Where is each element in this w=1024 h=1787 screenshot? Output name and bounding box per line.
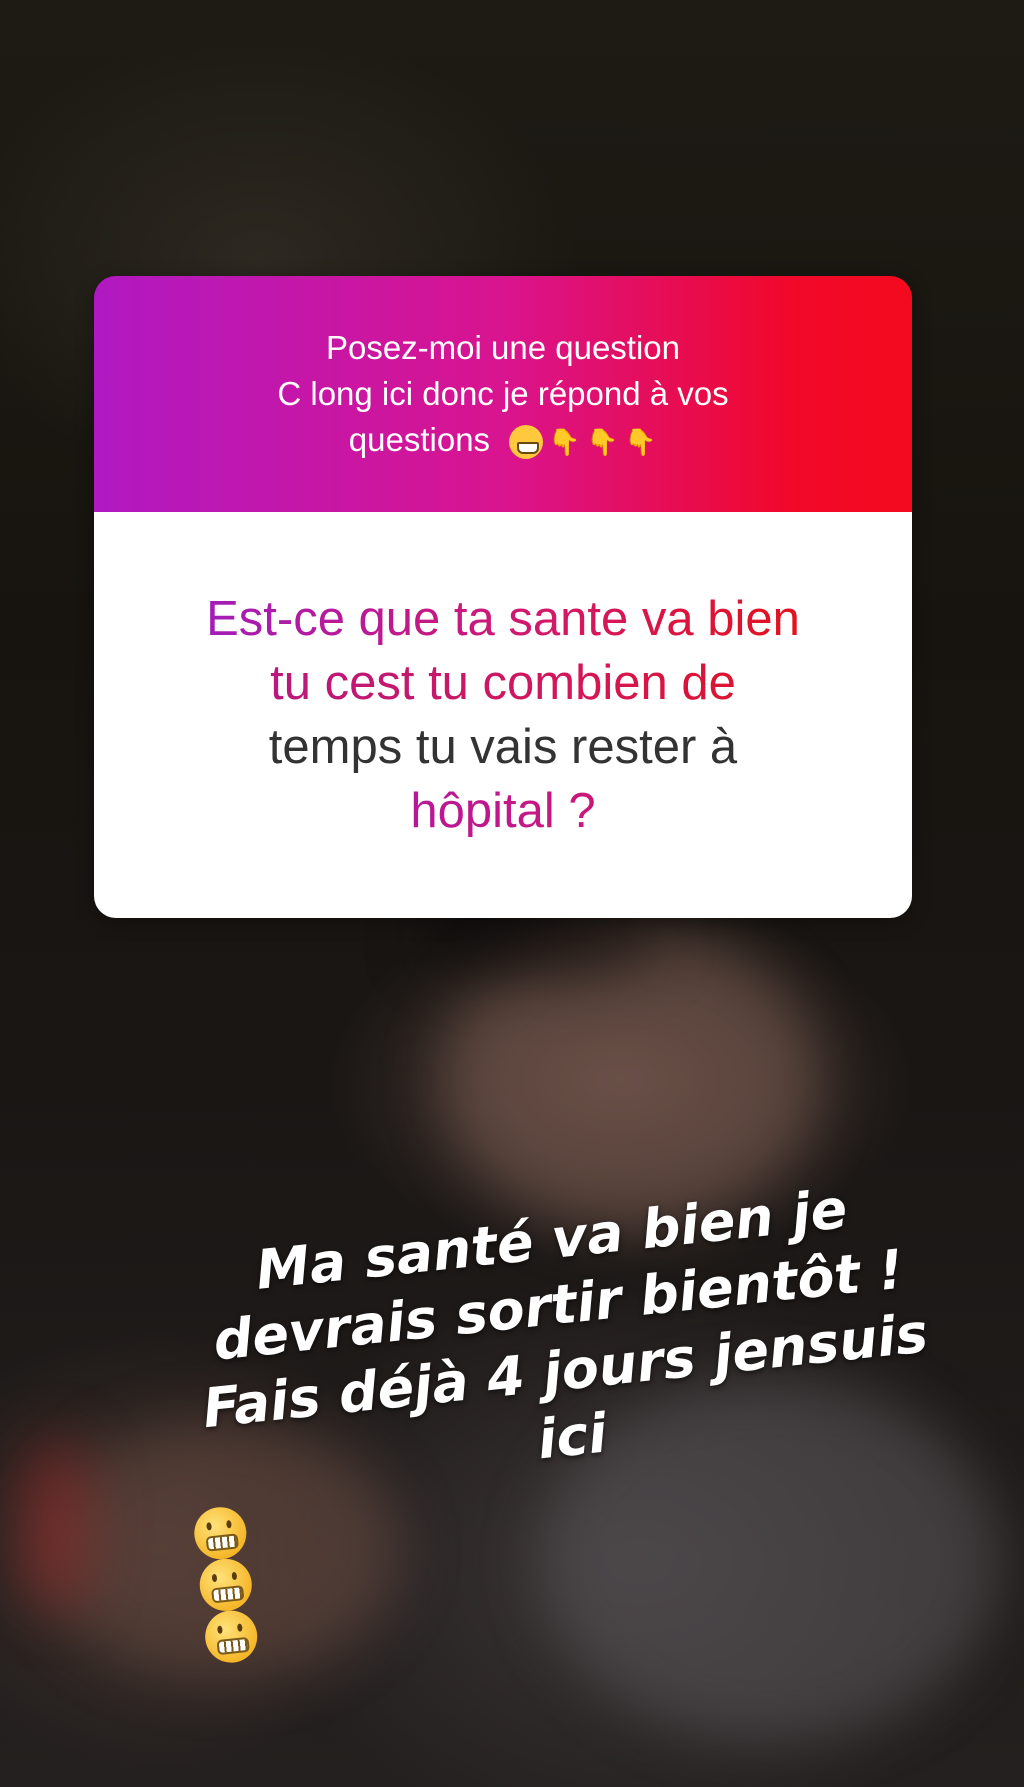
answer-line-4: ici bbox=[534, 1401, 610, 1472]
prompt-emoji-row: 👇 👇 👇 bbox=[509, 425, 657, 460]
submitted-question: Est-ce que ta sante va bien tu cest tu c… bbox=[206, 587, 800, 843]
pointing-down-icon: 👇 bbox=[586, 427, 619, 458]
question-line-1: Est-ce que ta sante va bien bbox=[206, 587, 800, 651]
question-sticker-header: Posez-moi une question C long ici donc j… bbox=[94, 276, 912, 512]
story-view: Posez-moi une question C long ici donc j… bbox=[0, 0, 1024, 1787]
question-prompt-line-1: Posez-moi une question bbox=[325, 329, 681, 366]
grinning-face-icon bbox=[509, 425, 544, 460]
grimacing-face-icon bbox=[197, 1556, 255, 1614]
background-photo-red-band bbox=[20, 1440, 90, 1610]
grimacing-face-icon bbox=[191, 1504, 249, 1562]
question-prompt-line-2: C long ici donc je répond à vos bbox=[277, 375, 729, 412]
question-line-3: temps tu vais rester à bbox=[268, 720, 738, 774]
question-sticker[interactable]: Posez-moi une question C long ici donc j… bbox=[94, 276, 912, 918]
answer-text-overlay: Ma santé va bien je devrais sortir bient… bbox=[150, 1165, 990, 1666]
question-line-4: hôpital ? bbox=[206, 779, 800, 843]
question-sticker-body: Est-ce que ta sante va bien tu cest tu c… bbox=[94, 512, 912, 918]
question-prompt-line-3: questions bbox=[348, 421, 491, 458]
pointing-down-icon: 👇 bbox=[548, 427, 581, 458]
question-prompt-line-3-wrap: questions 👇 👇 👇 bbox=[349, 417, 657, 463]
pointing-down-icon: 👇 bbox=[624, 427, 657, 458]
question-line-2: tu cest tu combien de bbox=[206, 651, 800, 715]
grimacing-face-icon bbox=[202, 1608, 260, 1666]
